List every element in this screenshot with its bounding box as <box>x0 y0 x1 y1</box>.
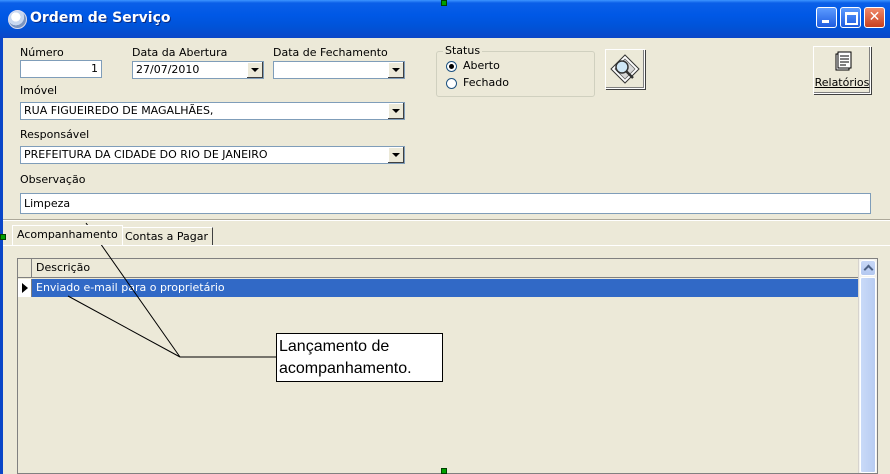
data-abertura-dropdown-button[interactable] <box>246 62 263 78</box>
annotation-callout: Lançamento de acompanhamento. <box>276 333 443 382</box>
grid-scrollbar[interactable] <box>858 259 877 473</box>
observacao-label: Observação <box>20 173 86 186</box>
chevron-down-icon <box>392 153 400 157</box>
window-title: Ordem de Serviço <box>30 10 171 26</box>
data-fechamento-label: Data de Fechamento <box>273 46 388 59</box>
relatorios-button[interactable]: Relatórios <box>813 46 871 94</box>
status-label: Status <box>443 44 483 57</box>
chevron-down-icon <box>392 109 400 113</box>
acompanhamento-grid[interactable]: Descrição Enviado e-mail para o propriet… <box>17 258 878 474</box>
selection-handle-bottom[interactable] <box>441 468 447 474</box>
numero-label: Número <box>20 46 64 59</box>
magnifier-icon <box>610 54 640 84</box>
imovel-value: RUA FIGUEIREDO DE MAGALHÃES, <box>24 104 214 117</box>
separator <box>3 219 890 221</box>
grid-header: Descrição <box>18 259 858 278</box>
responsavel-dropdown-button[interactable] <box>387 147 404 163</box>
row-pointer-icon <box>22 283 28 293</box>
tab-contas-a-pagar[interactable]: Contas a Pagar <box>120 227 214 245</box>
annotation-line-1: Lançamento de <box>279 338 390 355</box>
chevron-down-icon <box>251 68 259 72</box>
app-icon <box>8 10 27 29</box>
numero-field[interactable]: 1 <box>20 60 102 78</box>
row-descricao-cell[interactable]: Enviado e-mail para o proprietário <box>36 281 225 294</box>
selection-handle-top[interactable] <box>441 0 447 6</box>
data-abertura-picker[interactable]: 27/07/2010 <box>132 61 264 79</box>
annotation-line-2: acompanhamento. <box>279 360 412 377</box>
scroll-thumb[interactable] <box>860 277 876 473</box>
minimize-button[interactable] <box>816 7 837 28</box>
responsavel-label: Responsável <box>20 128 90 141</box>
chevron-down-icon <box>392 68 400 72</box>
report-icon <box>835 51 852 71</box>
imovel-dropdown-button[interactable] <box>387 103 404 119</box>
header-indicator-cell <box>18 259 32 277</box>
data-abertura-label: Data da Abertura <box>132 46 228 59</box>
data-fechamento-picker[interactable] <box>273 61 405 79</box>
imovel-label: Imóvel <box>20 84 58 97</box>
observacao-field[interactable]: Limpeza <box>20 193 871 214</box>
selection-handle-left[interactable] <box>0 234 6 240</box>
tab-panel-border <box>3 245 890 246</box>
relatorios-label: Relatórios <box>814 76 870 89</box>
table-row[interactable]: Enviado e-mail para o proprietário <box>18 279 858 297</box>
data-abertura-value: 27/07/2010 <box>136 63 200 76</box>
minimize-icon <box>822 20 829 23</box>
responsavel-combo[interactable]: PREFEITURA DA CIDADE DO RIO DE JANEIRO <box>20 146 405 164</box>
status-fechado-radio[interactable] <box>446 78 457 89</box>
maximize-icon <box>845 12 858 25</box>
close-button[interactable]: ✕ <box>864 7 885 28</box>
scroll-up-button[interactable] <box>860 260 876 276</box>
status-aberto-radio[interactable] <box>446 61 457 72</box>
imovel-combo[interactable]: RUA FIGUEIREDO DE MAGALHÃES, <box>20 102 405 120</box>
status-aberto-label[interactable]: Aberto <box>463 59 500 72</box>
row-indicator <box>18 279 32 297</box>
maximize-button[interactable] <box>840 7 861 28</box>
responsavel-value: PREFEITURA DA CIDADE DO RIO DE JANEIRO <box>24 148 268 161</box>
status-group: Status <box>436 44 595 97</box>
close-icon: ✕ <box>868 9 881 25</box>
column-header-descricao[interactable]: Descrição <box>36 261 90 274</box>
tab-acompanhamento[interactable]: Acompanhamento <box>12 225 123 245</box>
data-fechamento-dropdown-button[interactable] <box>387 62 404 78</box>
status-fechado-label[interactable]: Fechado <box>463 76 509 89</box>
search-button[interactable] <box>605 49 645 89</box>
